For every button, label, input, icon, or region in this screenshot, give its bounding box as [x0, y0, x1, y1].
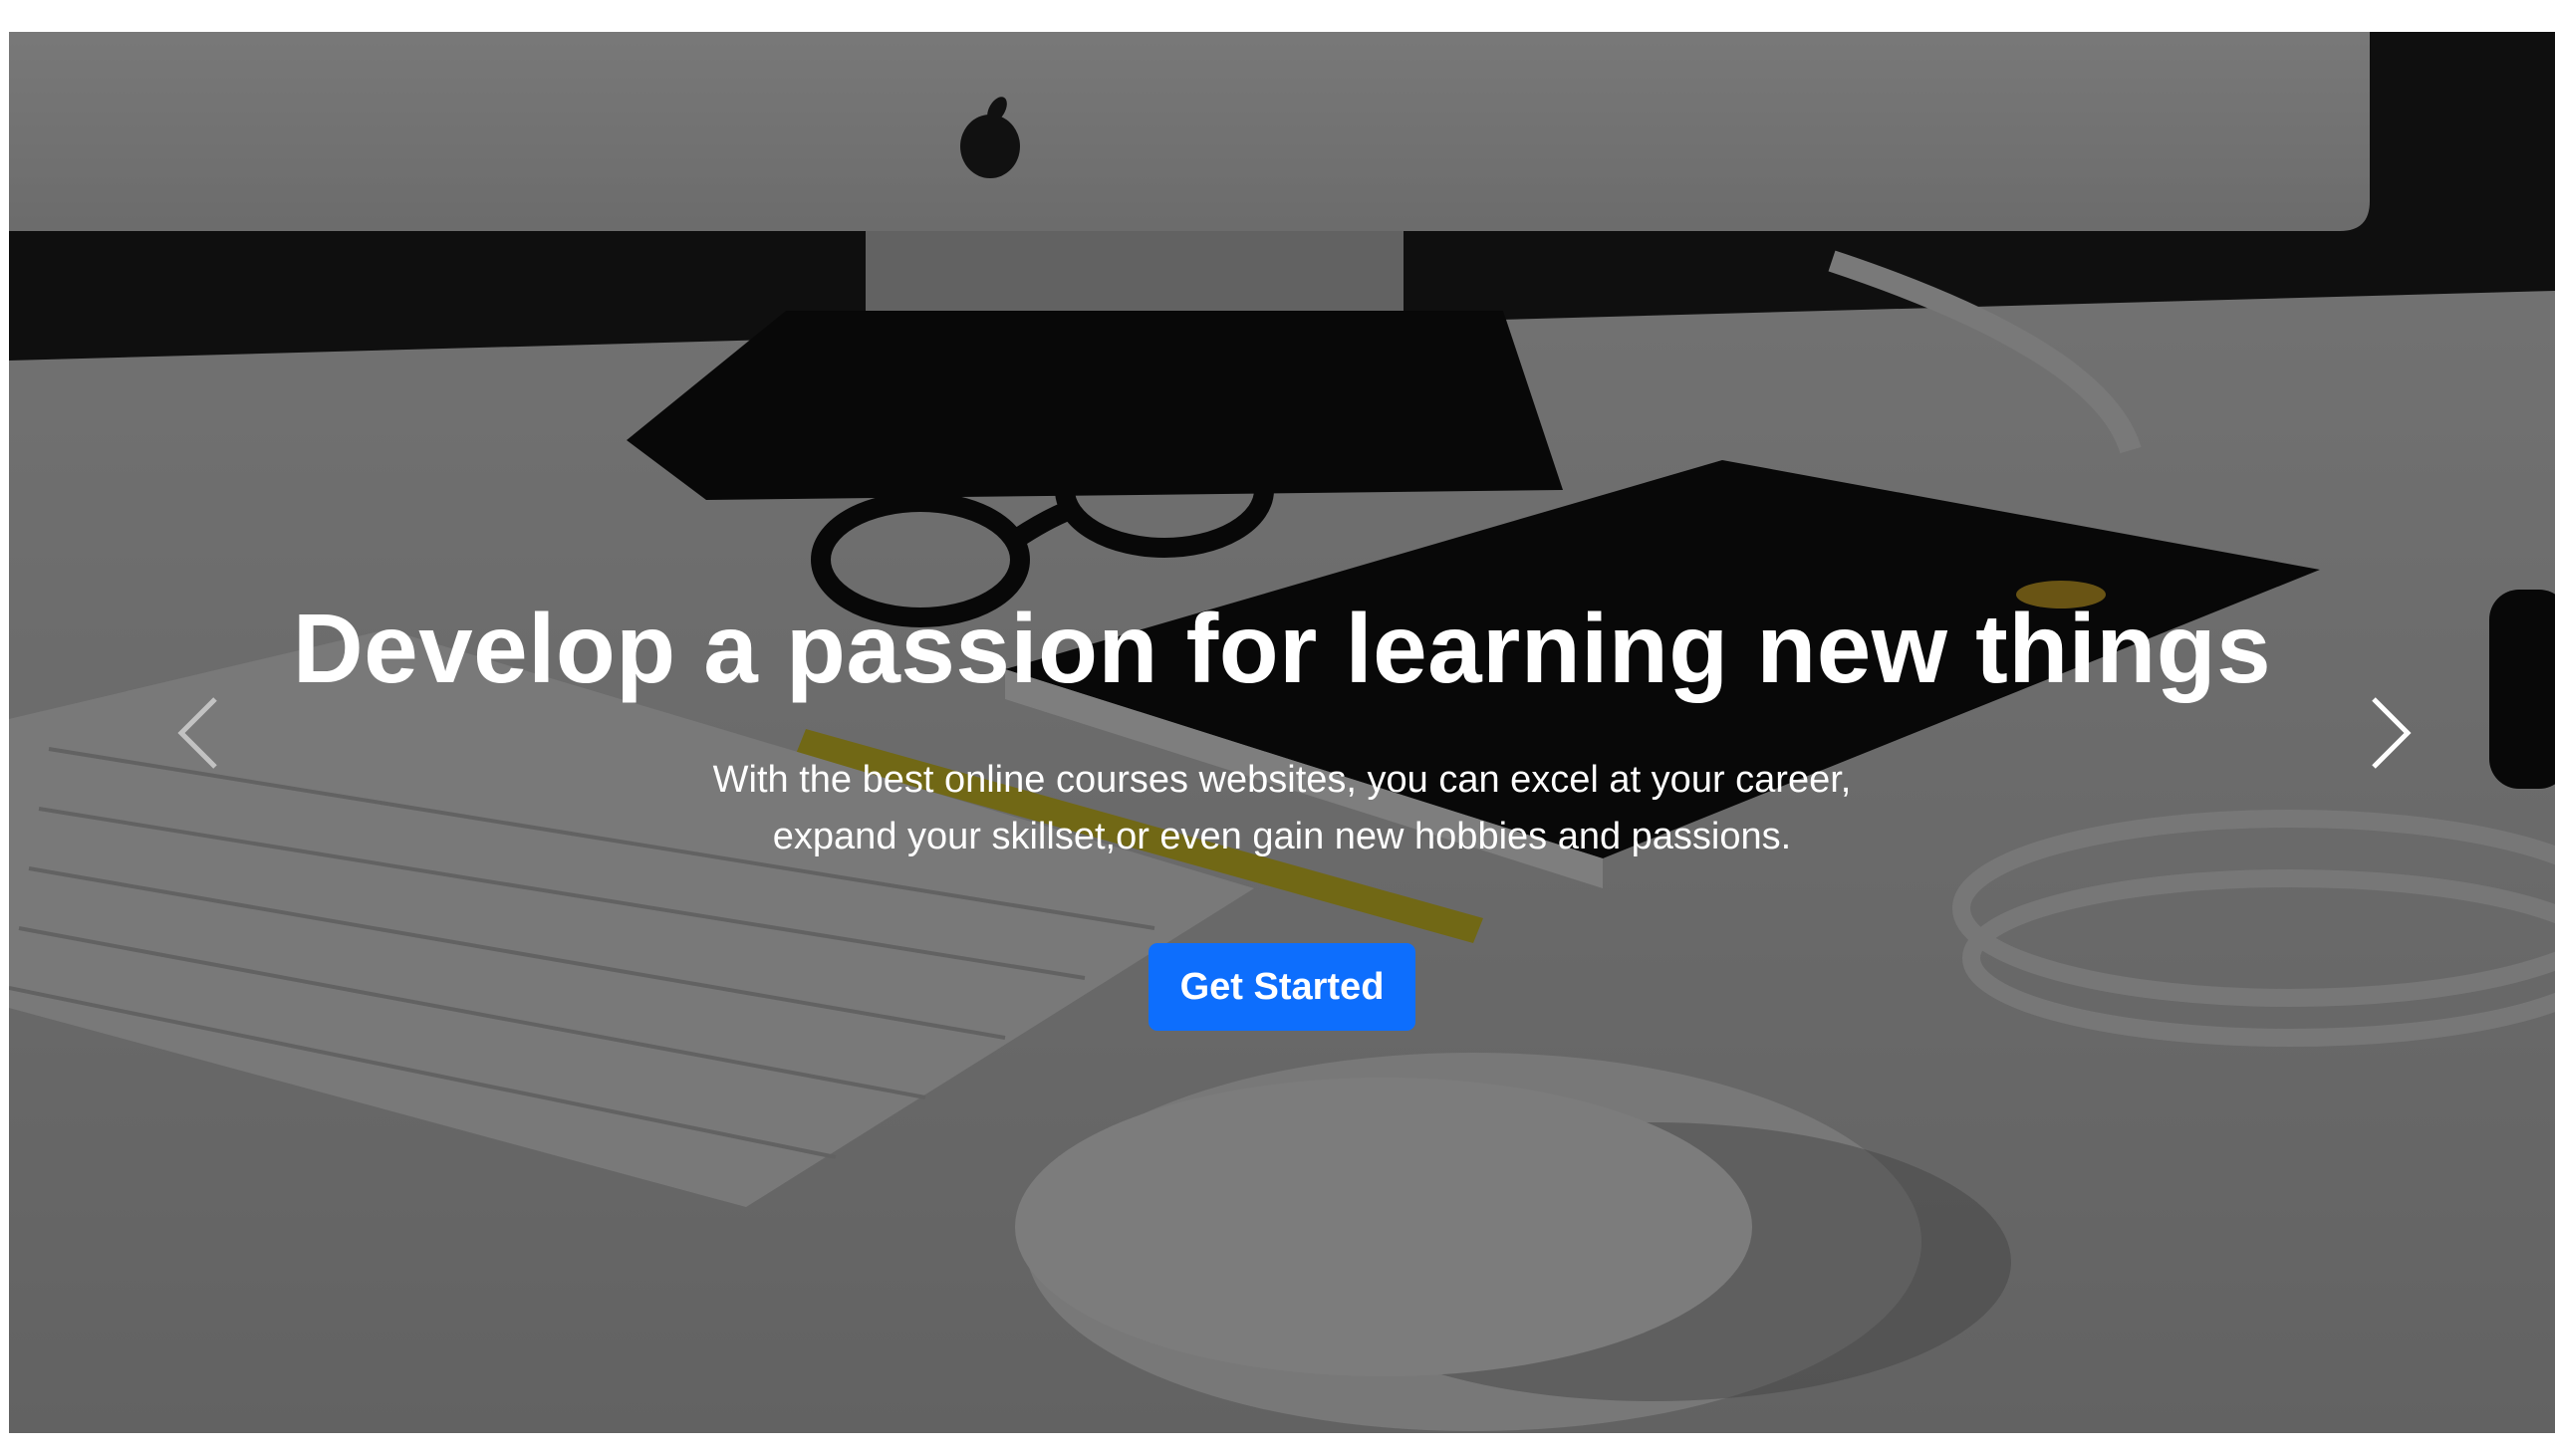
hero-headline: Develop a passion for learning new thing… [292, 594, 2272, 703]
hero-subtitle: With the best online courses websites, y… [712, 759, 1852, 857]
carousel-prev-button[interactable] [109, 32, 288, 1433]
get-started-button[interactable]: Get Started [1148, 943, 1416, 1031]
hero-caption: Develop a passion for learning new thing… [9, 585, 2555, 1031]
page: Develop a passion for learning new thing… [0, 0, 2555, 1456]
carousel-next-button[interactable] [2226, 32, 2555, 1433]
chevron-right-icon [2372, 696, 2412, 769]
chevron-left-icon [177, 696, 217, 769]
hero-carousel: Develop a passion for learning new thing… [9, 32, 2555, 1433]
